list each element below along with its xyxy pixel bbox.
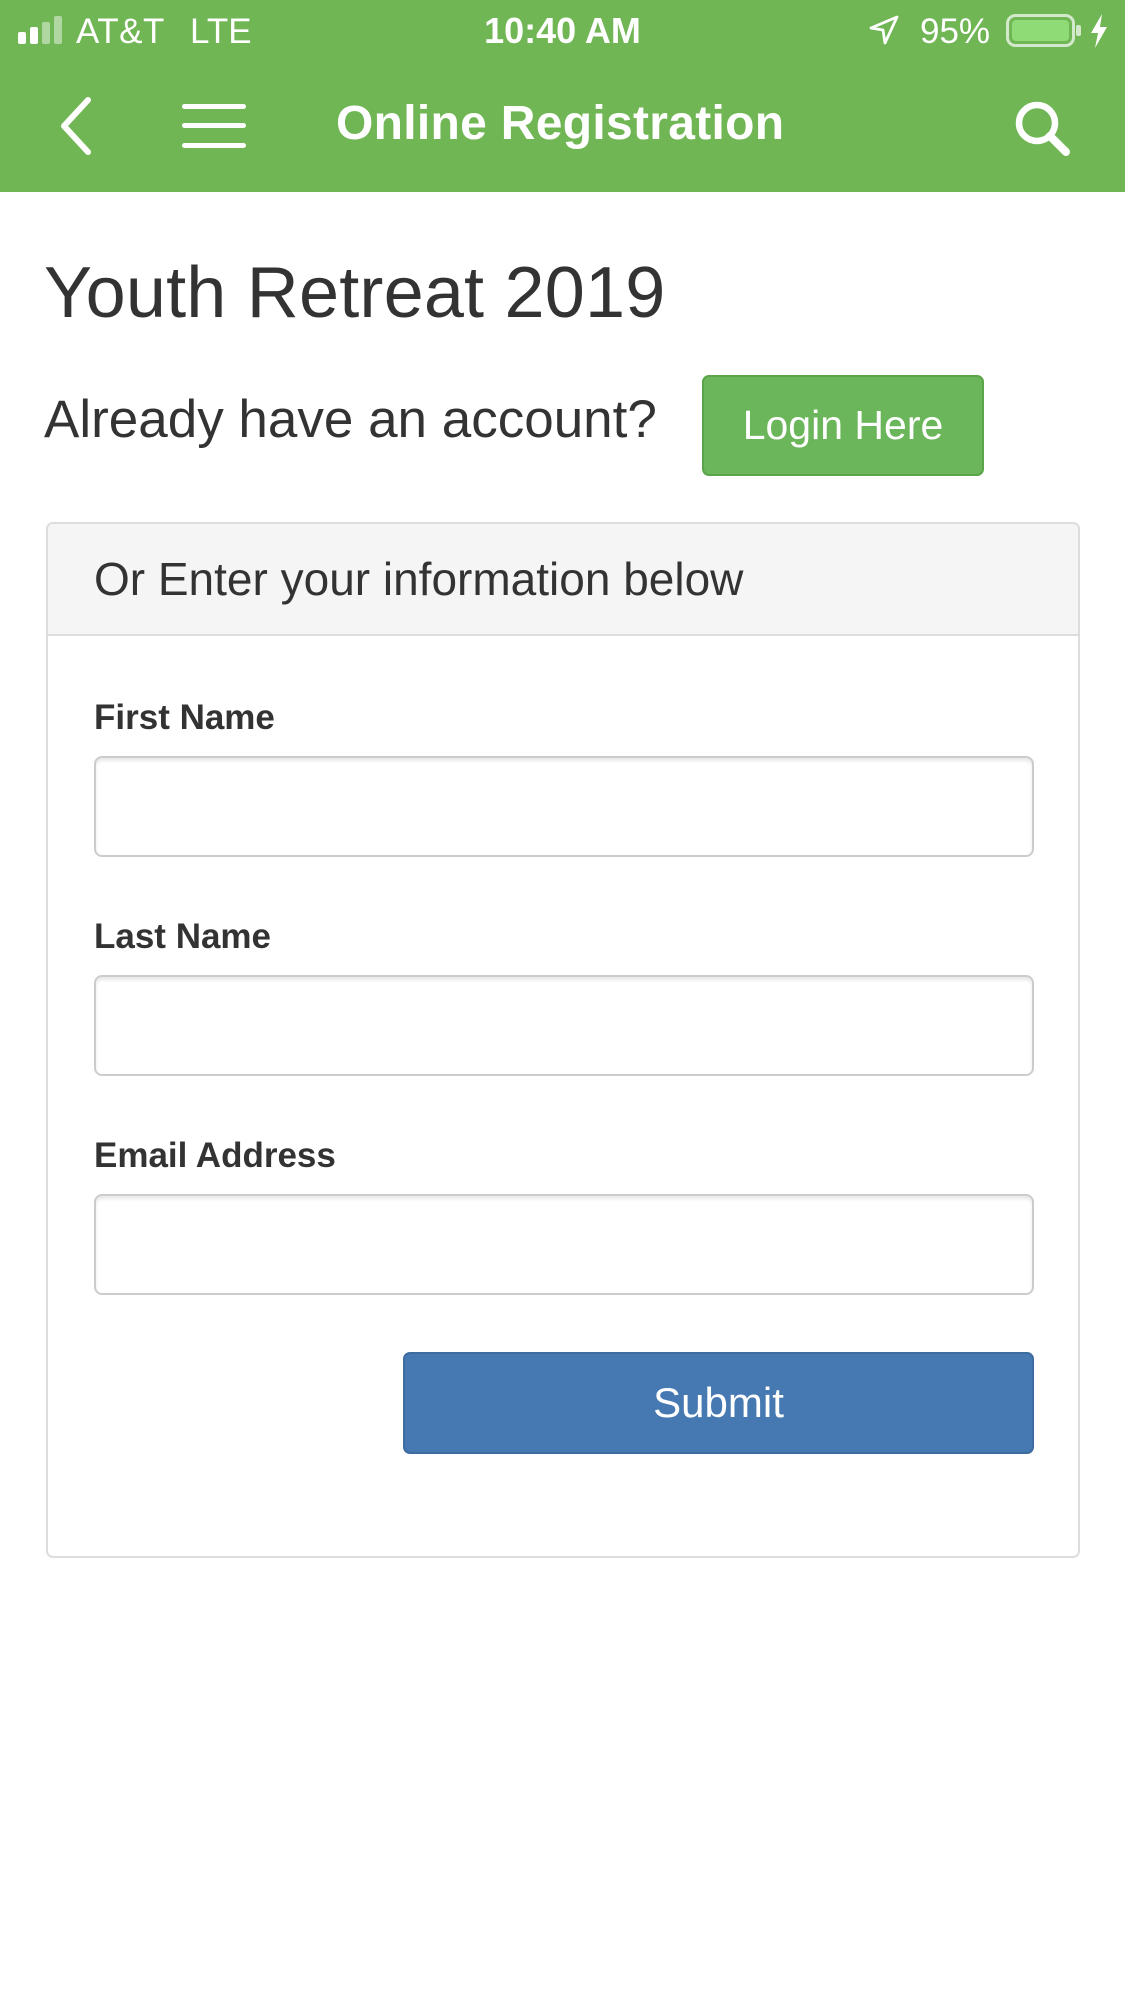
nav-title: Online Registration — [336, 97, 785, 150]
search-icon[interactable] — [1012, 98, 1072, 158]
account-prompt-text: Already have an account? — [44, 390, 657, 449]
app-header: AT&T LTE 10:40 AM 95% Online Registratio… — [0, 0, 1125, 192]
form-heading: Or Enter your information below — [48, 524, 1078, 636]
page-title: Youth Retreat 2019 — [44, 253, 666, 333]
battery-percentage: 95% — [920, 12, 991, 51]
registration-form-panel: Or Enter your information below First Na… — [46, 522, 1080, 1558]
submit-button[interactable]: Submit — [403, 1352, 1034, 1454]
login-button[interactable]: Login Here — [702, 375, 984, 476]
email-address-label: Email Address — [94, 1136, 336, 1175]
last-name-label: Last Name — [94, 917, 272, 956]
status-bar: AT&T LTE 10:40 AM 95% — [0, 0, 1125, 62]
battery-icon — [1006, 14, 1081, 47]
first-name-input[interactable] — [94, 756, 1034, 857]
location-icon — [869, 15, 899, 45]
last-name-input[interactable] — [94, 975, 1034, 1076]
back-chevron-icon[interactable] — [52, 94, 102, 158]
hamburger-menu-icon[interactable] — [180, 102, 248, 150]
first-name-label: First Name — [94, 698, 275, 737]
email-address-input[interactable] — [94, 1194, 1034, 1295]
charging-icon — [1091, 14, 1107, 48]
